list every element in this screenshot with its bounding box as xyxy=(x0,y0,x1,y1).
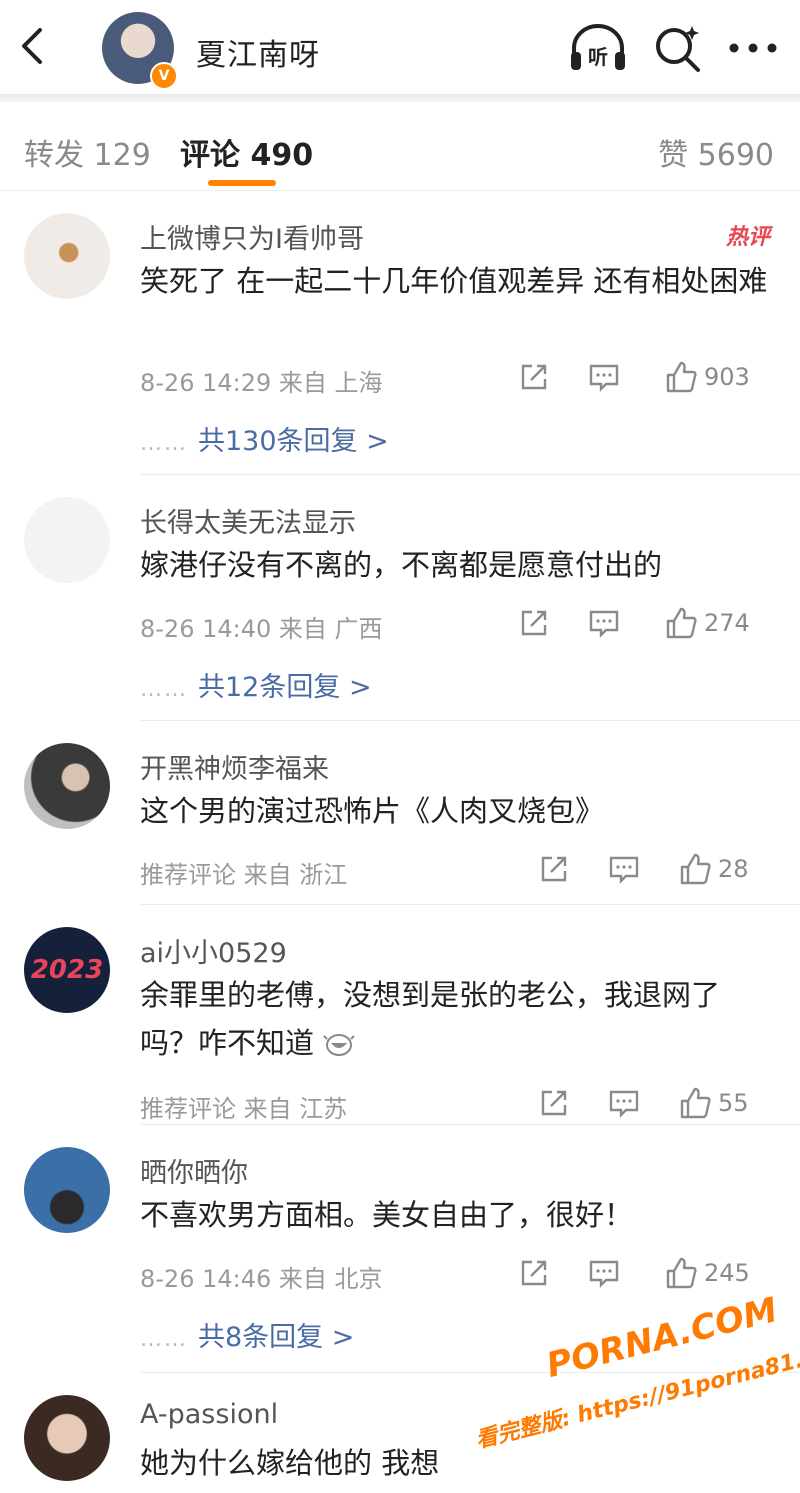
comment-icon[interactable] xyxy=(608,1083,640,1123)
search-icon[interactable] xyxy=(652,22,704,74)
more-icon[interactable] xyxy=(726,22,780,74)
comment-meta: 8-26 14:46 来自 北京 xyxy=(140,1265,383,1293)
comment-icon[interactable] xyxy=(608,849,640,889)
like-count: 28 xyxy=(718,855,749,883)
replies-count-label: 共130条回复 > xyxy=(198,426,389,457)
comment-username[interactable]: 晒你晒你 xyxy=(140,1151,248,1190)
laughing-emoji-icon xyxy=(323,1034,355,1056)
comment-list: 上微博只为I看帅哥 热评 笑死了 在一起二十几年价值观差异 还有相处困难 8-2… xyxy=(0,191,800,1493)
avatar[interactable] xyxy=(24,1147,110,1233)
thumbs-up-icon xyxy=(666,361,697,393)
view-replies-link[interactable]: …… 共8条回复 > xyxy=(140,1315,354,1354)
reply-dots: …… xyxy=(140,431,188,456)
comment-actions: 903 xyxy=(518,357,778,397)
tab-forward[interactable]: 转发 129 xyxy=(24,130,151,174)
comment-username[interactable]: 上微博只为I看帅哥 xyxy=(140,217,364,256)
thumbs-up-icon xyxy=(666,607,697,639)
comment-icon[interactable] xyxy=(588,1253,620,1293)
like-button[interactable]: 903 xyxy=(664,357,750,397)
comment-actions: 55 xyxy=(538,1083,778,1123)
comment-text: 笑死了 在一起二十几年价值观差异 还有相处困难 xyxy=(140,264,768,298)
avatar-2023-text: 2023 xyxy=(30,955,104,985)
header-separator xyxy=(0,94,800,102)
comment-text: 嫁港仔没有不离的，不离都是愿意付出的 xyxy=(140,548,663,582)
like-count: 274 xyxy=(704,609,750,637)
avatar[interactable] xyxy=(24,213,110,299)
comment-username[interactable]: 长得太美无法显示 xyxy=(140,501,356,540)
avatar[interactable] xyxy=(24,743,110,829)
like-button[interactable]: 55 xyxy=(678,1083,749,1123)
comment-item: 上微博只为I看帅哥 热评 笑死了 在一起二十几年价值观差异 还有相处困难 8-2… xyxy=(0,191,800,475)
listen-icon[interactable]: 听 xyxy=(568,22,628,74)
like-count: 903 xyxy=(704,363,750,391)
like-button[interactable]: 274 xyxy=(664,603,750,643)
comment-meta: 推荐评论 来自 江苏 xyxy=(140,1095,348,1123)
share-icon[interactable] xyxy=(538,1083,570,1123)
view-replies-link[interactable]: …… 共130条回复 > xyxy=(140,419,389,458)
comment-actions: 28 xyxy=(538,849,778,889)
verified-badge: V xyxy=(150,62,178,90)
comment-username[interactable]: A-passionl xyxy=(140,1399,278,1430)
comment-username[interactable]: ai小小0529 xyxy=(140,931,287,970)
thumbs-up-icon xyxy=(680,1087,711,1119)
comment-meta: 8-26 14:29 来自 上海 xyxy=(140,369,383,397)
comment-item: 开黑神烦李福来 这个男的演过恐怖片《人肉叉烧包》 推荐评论 来自 浙江 28 xyxy=(0,721,800,905)
share-icon[interactable] xyxy=(538,849,570,889)
comment-actions: 274 xyxy=(518,603,778,643)
avatar[interactable] xyxy=(24,497,110,583)
thumbs-up-icon xyxy=(680,853,711,885)
comment-icon[interactable] xyxy=(588,603,620,643)
top-bar: V 夏江南呀 听 xyxy=(0,0,800,94)
share-icon[interactable] xyxy=(518,1253,550,1293)
comment-text-content: 余罪里的老傅，没想到是张的老公，我退网了吗？咋不知道 xyxy=(140,978,721,1060)
comment-text: 余罪里的老傅，没想到是张的老公，我退网了吗？咋不知道 xyxy=(140,971,770,1067)
avatar[interactable]: 2023 xyxy=(24,927,110,1013)
view-replies-link[interactable]: …… 共12条回复 > xyxy=(140,665,372,704)
comment-icon[interactable] xyxy=(588,357,620,397)
tab-comments[interactable]: 评论 490 xyxy=(180,130,313,174)
share-icon[interactable] xyxy=(518,357,550,397)
like-count: 245 xyxy=(704,1259,750,1287)
hot-comment-badge: 热评 xyxy=(725,225,770,250)
active-tab-indicator xyxy=(208,180,276,186)
comment-actions: 245 xyxy=(518,1253,778,1293)
comment-meta: 8-26 14:40 来自 广西 xyxy=(140,615,383,643)
like-button[interactable]: 245 xyxy=(664,1253,750,1293)
reply-dots: …… xyxy=(140,1327,188,1352)
comment-text: 不喜欢男方面相。美女自由了，很好！ xyxy=(140,1198,634,1232)
avatar[interactable] xyxy=(24,1395,110,1481)
tab-likes[interactable]: 赞 5690 xyxy=(658,130,774,174)
back-icon[interactable] xyxy=(14,26,54,66)
author-name[interactable]: 夏江南呀 xyxy=(196,30,320,74)
comment-meta: 推荐评论 来自 浙江 xyxy=(140,861,348,889)
listen-label: 听 xyxy=(588,45,608,69)
comment-item: 2023 ai小小0529 余罪里的老傅，没想到是张的老公，我退网了吗？咋不知道… xyxy=(0,905,800,1125)
comment-text: 她为什么嫁给他的 我想 xyxy=(140,1446,440,1480)
comment-text: 这个男的演过恐怖片《人肉叉烧包》 xyxy=(140,794,605,828)
share-icon[interactable] xyxy=(518,603,550,643)
reply-dots: …… xyxy=(140,677,188,702)
thumbs-up-icon xyxy=(666,1257,697,1289)
tab-bar: 转发 129 评论 490 赞 5690 xyxy=(0,102,800,191)
like-count: 55 xyxy=(718,1089,749,1117)
like-button[interactable]: 28 xyxy=(678,849,749,889)
replies-count-label: 共8条回复 > xyxy=(198,1322,355,1353)
comment-item: 长得太美无法显示 嫁港仔没有不离的，不离都是愿意付出的 8-26 14:40 来… xyxy=(0,475,800,721)
replies-count-label: 共12条回复 > xyxy=(198,672,372,703)
comment-username[interactable]: 开黑神烦李福来 xyxy=(140,747,329,786)
